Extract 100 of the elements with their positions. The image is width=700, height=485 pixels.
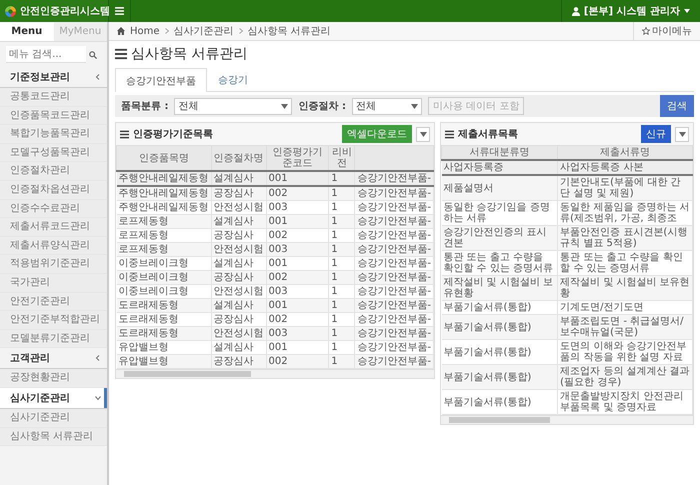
table-cell: 1 — [328, 171, 355, 186]
sidebar-item[interactable]: 모델분류기준관리 — [0, 330, 107, 348]
table-cell: 공장심사 — [211, 354, 266, 368]
column-header[interactable]: 인증평가기준코드 — [266, 146, 329, 171]
list-icon — [445, 130, 454, 138]
chevron-icon — [95, 355, 101, 362]
sidebar-item[interactable]: 인증절차옵션관리 — [0, 180, 107, 200]
list-icon — [115, 48, 127, 60]
sidebar-item[interactable]: 인증품목코드관리 — [0, 106, 107, 126]
table-cell: 부품조립도면 - 취급설명서/보수매뉴얼(국문) — [558, 314, 692, 340]
chevron-icon — [238, 28, 243, 34]
horizontal-scrollbar[interactable] — [116, 369, 434, 378]
table-cell: 승강기안전부품- — [354, 186, 434, 200]
table-cell: 제조업자 등의 설계계산 결과(필요한 경우) — [558, 364, 692, 390]
filter-label: 인증절차 : — [298, 100, 346, 113]
horizontal-scrollbar[interactable] — [441, 415, 693, 424]
column-header[interactable]: 서류대분류명 — [442, 146, 558, 160]
table-cell: 주행안내레일제동형 — [116, 186, 211, 200]
sidebar-tab[interactable]: Menu — [0, 22, 54, 42]
sidebar-item[interactable]: 심사항목 서류관리 — [0, 428, 107, 446]
table-cell: 제품설명서 — [442, 175, 558, 200]
sidebar-item[interactable]: 심사기준관리 — [0, 408, 107, 428]
table-row[interactable]: 이중브레이크형 공장심사 002 1 승강기안전부품- — [116, 270, 434, 284]
table-row[interactable]: 부품기술서류(통합) 제조업자 등의 설계계산 결과(필요한 경우) — [442, 364, 692, 390]
table-cell: 로프제동형 — [116, 242, 211, 256]
user-icon — [572, 6, 580, 16]
sidebar-item[interactable]: 모델구성품목관리 — [0, 144, 107, 162]
table-row[interactable]: 도르래제동형 안전성시험 003 1 승강기안전부품- — [116, 326, 434, 340]
table-cell: 공장심사 — [211, 186, 266, 200]
table-row[interactable]: 주행안내레일제동형 공장심사 002 1 승강기안전부품- — [116, 186, 434, 200]
table-cell: 승강기안전부품- — [354, 326, 434, 340]
table-cell: 기본안내도(부품에 대한 간단 설명 및 제원) — [558, 175, 692, 200]
tab[interactable]: 승강기 — [207, 68, 259, 91]
table-row[interactable]: 사업자등록증 사업자등록증 사본 — [442, 160, 692, 175]
dropdown-button[interactable] — [416, 126, 430, 142]
table-cell: 유압밸브형 — [116, 354, 211, 368]
list-icon — [120, 130, 129, 138]
table-cell: 사업자등록증 — [442, 160, 558, 175]
column-header[interactable]: 인증품목명 — [116, 146, 211, 171]
table-row[interactable]: 주행안내레일제동형 설계심사 001 1 승강기안전부품- — [116, 171, 434, 186]
new-button[interactable]: 신규 — [641, 125, 671, 143]
chevron-icon — [95, 74, 101, 80]
table-cell: 설계심사 — [211, 298, 266, 312]
table-cell: 003 — [266, 242, 329, 256]
table-row[interactable]: 도르래제동형 설계심사 001 1 승강기안전부품- — [116, 298, 434, 312]
search-button[interactable]: 검색 — [660, 95, 694, 117]
table-cell: 승강기안전부품- — [354, 354, 434, 368]
filter-select[interactable]: 전체 — [174, 98, 292, 114]
tab[interactable]: 승강기안전부품 — [115, 68, 207, 92]
table-cell: 승강기안전부품- — [354, 214, 434, 228]
sidebar-item[interactable]: 공통코드관리 — [0, 88, 107, 107]
table-row[interactable]: 로프제동형 안전성시험 003 1 승강기안전부품- — [116, 242, 434, 256]
sidebar-item[interactable]: 안전기준부적합관리 — [0, 311, 107, 330]
column-header[interactable]: 인증절차명 — [211, 146, 266, 171]
sidebar-item[interactable]: 적용범위기준관리 — [0, 255, 107, 274]
table-cell: 설계심사 — [211, 214, 266, 228]
sidebar-item[interactable]: 안전기준관리 — [0, 292, 107, 312]
table-row[interactable]: 부품기술서류(통합) 부품조립도면 - 취급설명서/보수매뉴얼(국문) — [442, 314, 692, 340]
filter-select[interactable]: 전체 — [352, 98, 422, 114]
filter-label: 품목분류 : — [121, 100, 168, 113]
page-title: 심사항목 서류관리 — [131, 45, 248, 63]
panel-title: 제출서류목록 — [458, 128, 518, 141]
sidebar-item[interactable]: 복합기능품목관리 — [0, 125, 107, 144]
menu-search-field[interactable]: 메뉴 검색... — [6, 46, 86, 63]
table-cell: 안전성시험 — [211, 326, 266, 340]
sidebar-group[interactable]: 심사기준관리 — [0, 388, 107, 409]
breadcrumb-link[interactable]: 심사항목 서류관리 — [248, 24, 331, 38]
table-cell: 부품기술서류(통합) — [442, 314, 558, 340]
table-row[interactable]: 로프제동형 설계심사 001 1 승강기안전부품- — [116, 214, 434, 228]
app-title: 안전인증관리시스템 — [20, 5, 110, 18]
table-cell: 001 — [266, 298, 329, 312]
sidebar-item[interactable]: 공장현황관리 — [0, 369, 107, 388]
caret-icon — [420, 132, 426, 136]
sidebar-item[interactable]: 제출서류코드관리 — [0, 218, 107, 237]
table-row[interactable]: 유압밸브형 공장심사 002 1 승강기안전부품- — [116, 354, 434, 368]
home-icon — [117, 27, 125, 35]
table-cell: 001 — [266, 214, 329, 228]
sidebar-item[interactable]: 제출서류양식관리 — [0, 236, 107, 256]
table-cell: 이중브레이크형 — [116, 270, 211, 284]
table-cell: 002 — [266, 270, 329, 284]
table-cell: 승강기안전부품- — [354, 298, 434, 312]
table-cell: 주행안내레일제동형 — [116, 171, 211, 186]
table-cell: 승강기안전부품- — [354, 242, 434, 256]
sidebar-item[interactable]: 인증절차관리 — [0, 162, 107, 181]
sidebar-item[interactable]: 국가관리 — [0, 274, 107, 293]
table-row[interactable]: 승강기안전인증의 표시견본 부품안전인증 표시견본(시행규칙 별표 5적용) — [442, 226, 692, 250]
breadcrumb-link[interactable]: Home — [130, 26, 160, 36]
table-cell: 제작설비 및 시험설비 보유현황 — [442, 276, 558, 300]
table-cell: 도르래제동형 — [116, 298, 211, 312]
table-cell: 002 — [266, 186, 329, 200]
search-icon — [89, 50, 97, 58]
dropdown-button[interactable] — [675, 126, 689, 142]
chevron-icon — [95, 394, 101, 401]
table-row[interactable]: 제품설명서 기본안내도(부품에 대한 간단 설명 및 제원) — [442, 175, 692, 200]
column-header[interactable]: 제출서류명 — [558, 146, 692, 160]
breadcrumb-link[interactable]: 심사기준관리 — [174, 24, 234, 38]
column-header[interactable]: 리비전 — [328, 146, 355, 171]
sidebar-item[interactable]: 인증수수료관리 — [0, 200, 107, 218]
table-row[interactable]: 제작설비 및 시험설비 보유현황 제작설비 및 시험설비 보유현황 — [442, 276, 692, 300]
table-cell: 001 — [266, 171, 329, 186]
